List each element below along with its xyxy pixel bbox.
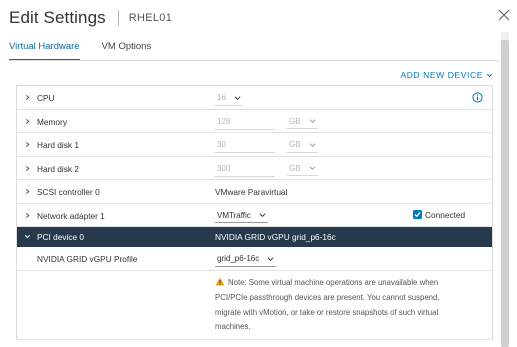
tab-bar: Virtual Hardware VM Options	[9, 41, 173, 61]
cpu-row[interactable]: CPU 16	[17, 86, 492, 110]
hard-disk-1-label: Hard disk 1	[37, 140, 79, 150]
chevron-down-icon	[234, 95, 241, 100]
chevron-down-icon	[267, 256, 274, 261]
dialog-header: Edit Settings RHEL01	[9, 6, 172, 30]
chevron-down-icon	[309, 166, 316, 170]
pci-device-row[interactable]: PCI device 0 NVIDIA GRID vGPU grid_p6-16…	[17, 227, 492, 247]
chevron-right-icon[interactable]	[24, 118, 31, 125]
add-new-device-label: ADD NEW DEVICE	[400, 70, 483, 80]
hard-disk-1-unit-value: GB	[289, 140, 301, 149]
chevron-right-icon[interactable]	[24, 212, 31, 219]
chevron-down-icon	[309, 119, 316, 123]
pci-device-label: PCI device 0	[37, 232, 85, 242]
cpu-label: CPU	[37, 93, 55, 103]
memory-row[interactable]: Memory 128 GB	[17, 110, 492, 133]
chevron-right-icon[interactable]	[24, 165, 31, 172]
scrollbar-thumb[interactable]	[501, 40, 509, 347]
hard-disk-1-row[interactable]: Hard disk 1 30 GB	[17, 133, 492, 157]
vgpu-profile-row: NVIDIA GRID vGPU Profile grid_p6-16c	[17, 247, 492, 271]
chevron-down-icon[interactable]	[24, 233, 31, 240]
hard-disk-2-row[interactable]: Hard disk 2 300 GB	[17, 157, 492, 180]
network-adapter-label: Network adapter 1	[37, 210, 105, 221]
close-icon[interactable]	[497, 8, 511, 22]
network-adapter-row[interactable]: Network adapter 1 VMTraffic Connected	[17, 204, 492, 227]
hard-disk-1-size-field: 30	[215, 140, 275, 153]
pci-device-value: NVIDIA GRID vGPU grid_p6-16c	[215, 232, 336, 242]
scsi-controller-type: VMware Paravirtual	[215, 187, 288, 197]
memory-unit-value: GB	[289, 116, 301, 126]
memory-unit-select: GB	[287, 116, 318, 129]
cpu-count-select: 16	[215, 93, 243, 106]
scsi-controller-label: SCSI controller 0	[37, 187, 100, 197]
chevron-down-icon	[259, 213, 266, 217]
passthrough-note-row: Note: Some virtual machine operations ar…	[17, 271, 492, 340]
checkbox-checked-icon[interactable]	[413, 210, 422, 219]
network-value: VMTraffic	[217, 210, 251, 220]
title-divider	[117, 10, 119, 26]
tab-virtual-hardware[interactable]: Virtual Hardware	[9, 41, 80, 61]
network-select[interactable]: VMTraffic	[215, 210, 268, 223]
hard-disk-2-unit-value: GB	[289, 163, 301, 173]
note-line-3: migrate with vMotion, or take or restore…	[215, 307, 439, 317]
vgpu-profile-select[interactable]: grid_p6-16c	[215, 254, 277, 267]
memory-size-field: 128	[215, 117, 275, 130]
memory-label: Memory	[37, 116, 67, 127]
scsi-controller-row[interactable]: SCSI controller 0 VMware Paravirtual	[17, 180, 492, 204]
dialog-title: Edit Settings	[9, 8, 106, 27]
tabs-divider	[9, 60, 500, 61]
info-icon[interactable]	[472, 92, 483, 103]
chevron-down-icon	[309, 142, 316, 147]
add-new-device-button[interactable]: ADD NEW DEVICE	[400, 70, 493, 80]
connected-checkbox[interactable]: Connected	[413, 210, 465, 220]
vgpu-profile-label: NVIDIA GRID vGPU Profile	[37, 254, 138, 264]
vm-name: RHEL01	[128, 12, 173, 24]
vgpu-profile-value: grid_p6-16c	[217, 254, 260, 263]
cpu-count-value: 16	[217, 93, 226, 102]
chevron-right-icon[interactable]	[24, 141, 31, 148]
chevron-right-icon[interactable]	[24, 94, 31, 101]
hard-disk-1-unit-select: GB	[287, 140, 318, 153]
tab-vm-options[interactable]: VM Options	[102, 41, 152, 61]
chevron-right-icon[interactable]	[24, 188, 31, 195]
note-line-2: PCI/PCIe passthrough devices are present…	[215, 292, 440, 302]
chevron-down-icon	[486, 73, 493, 77]
hard-disk-2-label: Hard disk 2	[37, 163, 79, 174]
note-line-1: Note: Some virtual machine operations ar…	[228, 278, 439, 287]
passthrough-note: Note: Some virtual machine operations ar…	[215, 276, 477, 335]
connected-label: Connected	[425, 209, 466, 220]
hard-disk-2-unit-select: GB	[287, 163, 318, 176]
note-line-4: machines.	[215, 322, 251, 332]
warning-icon	[215, 277, 225, 286]
hardware-grid: CPU 16 Memory 128 GB Hard disk 1 30 GB H…	[16, 85, 493, 340]
hard-disk-2-size-field: 300	[215, 164, 275, 177]
